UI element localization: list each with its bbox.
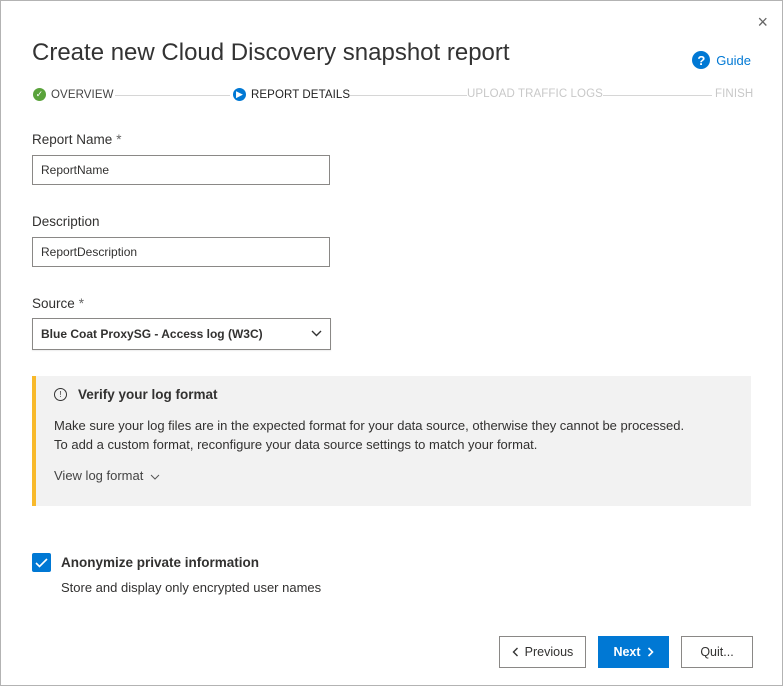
- chevron-right-icon: [647, 647, 654, 657]
- step-label: FINISH: [715, 88, 754, 100]
- anonymize-checkbox[interactable]: [32, 553, 51, 572]
- wizard-steps: ✓ OVERVIEW ▶ REPORT DETAILS UPLOAD TRAFF…: [33, 88, 754, 104]
- step-connector: [597, 95, 712, 96]
- log-format-notice: ! Verify your log format Make sure your …: [32, 376, 751, 506]
- source-label-text: Source: [32, 296, 75, 311]
- notice-title-text: Verify your log format: [78, 387, 218, 402]
- help-icon: ?: [692, 51, 711, 69]
- step-upload-traffic-logs: UPLOAD TRAFFIC LOGS: [467, 88, 603, 100]
- notice-title: ! Verify your log format: [54, 387, 218, 402]
- source-label: Source *: [32, 296, 84, 311]
- description-input[interactable]: ReportDescription: [32, 237, 330, 267]
- step-finish: FINISH: [715, 88, 754, 100]
- quit-button[interactable]: Quit...: [681, 636, 753, 668]
- dialog-title: Create new Cloud Discovery snapshot repo…: [32, 39, 510, 66]
- info-icon: !: [54, 388, 67, 401]
- report-name-label: Report Name *: [32, 132, 122, 147]
- description-label: Description: [32, 214, 100, 229]
- source-dropdown[interactable]: Blue Coat ProxySG - Access log (W3C): [32, 318, 331, 350]
- report-name-input[interactable]: ReportName: [32, 155, 330, 185]
- chevron-down-icon: [311, 328, 322, 340]
- report-name-label-text: Report Name: [32, 132, 113, 147]
- step-report-details: ▶ REPORT DETAILS: [233, 88, 351, 101]
- next-button[interactable]: Next: [598, 636, 669, 668]
- previous-button[interactable]: Previous: [499, 636, 586, 668]
- anonymize-label[interactable]: Anonymize private information: [61, 555, 259, 570]
- step-connector: [115, 95, 230, 96]
- notice-text: Make sure your log files are in the expe…: [54, 418, 685, 452]
- required-marker: *: [116, 132, 122, 147]
- step-label: REPORT DETAILS: [251, 88, 351, 101]
- checkmark-icon: [35, 557, 48, 568]
- source-selected-value: Blue Coat ProxySG - Access log (W3C): [41, 327, 263, 341]
- step-label: UPLOAD TRAFFIC LOGS: [467, 88, 603, 100]
- checkmark-icon: ✓: [33, 88, 46, 101]
- view-log-format-link[interactable]: View log format: [54, 468, 160, 483]
- play-icon: ▶: [233, 88, 246, 101]
- step-label: OVERVIEW: [51, 88, 114, 101]
- view-log-format-label: View log format: [54, 468, 144, 483]
- step-overview: ✓ OVERVIEW: [33, 88, 114, 101]
- anonymize-description: Store and display only encrypted user na…: [61, 580, 322, 595]
- required-marker: *: [78, 296, 85, 311]
- guide-link[interactable]: ? Guide: [692, 51, 751, 69]
- next-label: Next: [613, 645, 641, 659]
- guide-label: Guide: [716, 52, 751, 68]
- chevron-down-icon: [150, 474, 160, 480]
- create-report-dialog: × Create new Cloud Discovery snapshot re…: [0, 0, 783, 686]
- previous-label: Previous: [524, 645, 574, 659]
- step-connector: [350, 95, 467, 96]
- chevron-left-icon: [512, 647, 518, 657]
- close-icon[interactable]: ×: [757, 13, 768, 31]
